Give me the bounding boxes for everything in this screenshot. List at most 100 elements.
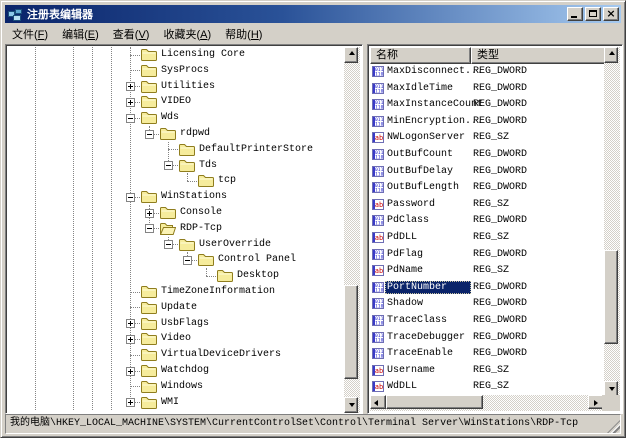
value-row-wddll[interactable]: abWdDLLREG_SZ: [370, 379, 606, 396]
value-row-outbufcount[interactable]: 011110OutBufCountREG_DWORD: [370, 147, 606, 164]
value-row-tracedebugger[interactable]: 011110TraceDebuggerREG_DWORD: [370, 330, 606, 347]
tree-item-usbflags[interactable]: UsbFlags: [8, 316, 346, 332]
tree-item-rdpwd[interactable]: rdpwd: [8, 126, 346, 142]
maximize-button[interactable]: [585, 7, 601, 21]
value-row-outbuflength[interactable]: 011110OutBufLengthREG_DWORD: [370, 180, 606, 197]
value-row-traceenable[interactable]: 011110TraceEnableREG_DWORD: [370, 346, 606, 363]
column-header: 名称 类型: [370, 47, 606, 64]
tree-item-update[interactable]: Update: [8, 300, 346, 316]
expand-plus-icon[interactable]: [126, 398, 135, 407]
collapse-minus-icon[interactable]: [164, 161, 173, 170]
tree-item-windows[interactable]: Windows: [8, 379, 346, 395]
tree-item-winstations[interactable]: WinStations: [8, 189, 346, 205]
resize-grip[interactable]: [607, 420, 620, 433]
folder-closed-icon: [217, 269, 233, 282]
tree-item-defaultprinterstore[interactable]: DefaultPrinterStore: [8, 142, 346, 158]
value-row-maxidletime[interactable]: 011110MaxIdleTimeREG_DWORD: [370, 81, 606, 98]
title-bar[interactable]: 注册表编辑器 ×: [5, 5, 621, 23]
column-header-name[interactable]: 名称: [370, 47, 471, 64]
value-name: OutBufLength: [385, 181, 461, 194]
value-row-pdflag[interactable]: 011110PdFlagREG_DWORD: [370, 247, 606, 264]
value-row-password[interactable]: abPasswordREG_SZ: [370, 197, 606, 214]
tree-item-video[interactable]: VIDEO: [8, 94, 346, 110]
scroll-up-button[interactable]: [604, 47, 618, 63]
collapse-minus-icon[interactable]: [145, 130, 154, 139]
svg-text:ab: ab: [375, 201, 383, 209]
value-name: PdName: [385, 264, 425, 277]
value-name: Shadow: [385, 297, 425, 310]
values-list[interactable]: 011110MaxDisconnect...REG_DWORD011110Max…: [370, 64, 606, 397]
values-horizontal-scrollbar[interactable]: [370, 395, 604, 411]
tree-item-label: Utilities: [159, 80, 217, 93]
expand-plus-icon[interactable]: [126, 367, 135, 376]
tree-item-label: Windows: [159, 380, 205, 393]
menu-item-a[interactable]: 收藏夹(A): [156, 24, 218, 44]
value-row-username[interactable]: abUsernameREG_SZ: [370, 363, 606, 380]
registry-app-icon[interactable]: [7, 6, 23, 22]
tree-item-wmi[interactable]: WMI: [8, 395, 346, 411]
folder-closed-icon: [141, 80, 157, 93]
dword-value-icon: 011110: [372, 215, 384, 226]
expand-plus-icon[interactable]: [145, 209, 154, 218]
value-name: PortNumber: [385, 281, 471, 294]
menu-item-v[interactable]: 查看(V): [106, 24, 157, 44]
tree-item-watchdog[interactable]: Watchdog: [8, 363, 346, 379]
scroll-left-button[interactable]: [370, 395, 386, 409]
menu-item-f[interactable]: 文件(F): [5, 24, 55, 44]
collapse-minus-icon[interactable]: [126, 114, 135, 123]
tree-item-utilities[interactable]: Utilities: [8, 79, 346, 95]
value-row-pdclass[interactable]: 011110PdClassREG_DWORD: [370, 213, 606, 230]
expand-plus-icon[interactable]: [126, 335, 135, 344]
menu-item-h[interactable]: 帮助(H): [218, 24, 269, 44]
menu-item-e[interactable]: 编辑(E): [55, 24, 106, 44]
expand-plus-icon[interactable]: [126, 82, 135, 91]
tree-item-useroverride[interactable]: UserOverride: [8, 237, 346, 253]
tree-item-wds[interactable]: Wds: [8, 110, 346, 126]
tree-view[interactable]: Licensing CoreSysProcsUtilitiesVIDEOWdsr…: [8, 47, 346, 413]
tree-item-desktop[interactable]: Desktop: [8, 268, 346, 284]
value-row-outbufdelay[interactable]: 011110OutBufDelayREG_DWORD: [370, 164, 606, 181]
value-row-pddll[interactable]: abPdDLLREG_SZ: [370, 230, 606, 247]
scroll-up-button[interactable]: [344, 47, 358, 63]
tree-item-tds[interactable]: Tds: [8, 158, 346, 174]
tree-item-virtualdevicedrivers[interactable]: VirtualDeviceDrivers: [8, 347, 346, 363]
folder-closed-icon: [141, 332, 157, 345]
window-title: 注册表编辑器: [27, 6, 567, 22]
tree-vertical-scrollbar[interactable]: [344, 47, 360, 413]
collapse-minus-icon[interactable]: [183, 256, 192, 265]
value-row-traceclass[interactable]: 011110TraceClassREG_DWORD: [370, 313, 606, 330]
value-row-minencryption[interactable]: 011110MinEncryption...REG_DWORD: [370, 114, 606, 131]
tree-item-console[interactable]: Console: [8, 205, 346, 221]
value-row-pdname[interactable]: abPdNameREG_SZ: [370, 263, 606, 280]
tree-item-video[interactable]: Video: [8, 331, 346, 347]
value-row-portnumber[interactable]: 011110PortNumberREG_DWORD: [370, 280, 606, 297]
tree-scrollbar-thumb[interactable]: [344, 285, 358, 379]
collapse-minus-icon[interactable]: [145, 224, 154, 233]
close-button[interactable]: ×: [603, 7, 619, 21]
value-row-nwlogonserver[interactable]: abNWLogonServerREG_SZ: [370, 130, 606, 147]
values-vertical-scrollbar[interactable]: [604, 47, 620, 397]
dword-value-icon: 011110: [372, 99, 384, 110]
folder-closed-icon: [179, 143, 195, 156]
dword-value-icon: 011110: [372, 282, 384, 293]
tree-item-tcp[interactable]: tcp: [8, 173, 346, 189]
value-name: NWLogonServer: [385, 131, 467, 144]
tree-item-sysprocs[interactable]: SysProcs: [8, 63, 346, 79]
minimize-button[interactable]: [567, 7, 583, 21]
tree-item-timezoneinformation[interactable]: TimeZoneInformation: [8, 284, 346, 300]
tree-item-rdp-tcp[interactable]: RDP-Tcp: [8, 221, 346, 237]
values-hscrollbar-thumb[interactable]: [386, 395, 483, 409]
svg-text:ab: ab: [375, 367, 383, 375]
tree-item-licensing-core[interactable]: Licensing Core: [8, 47, 346, 63]
value-row-shadow[interactable]: 011110ShadowREG_DWORD: [370, 296, 606, 313]
value-row-maxinstancecount[interactable]: 011110MaxInstanceCountREG_DWORD: [370, 97, 606, 114]
value-row-maxdisconnect[interactable]: 011110MaxDisconnect...REG_DWORD: [370, 64, 606, 81]
expand-plus-icon[interactable]: [126, 319, 135, 328]
values-scrollbar-thumb[interactable]: [604, 250, 618, 344]
tree-item-control-panel[interactable]: Control Panel: [8, 252, 346, 268]
column-header-type[interactable]: 类型: [471, 47, 606, 64]
scroll-down-button[interactable]: [344, 397, 358, 413]
collapse-minus-icon[interactable]: [126, 193, 135, 202]
collapse-minus-icon[interactable]: [164, 240, 173, 249]
expand-plus-icon[interactable]: [126, 98, 135, 107]
